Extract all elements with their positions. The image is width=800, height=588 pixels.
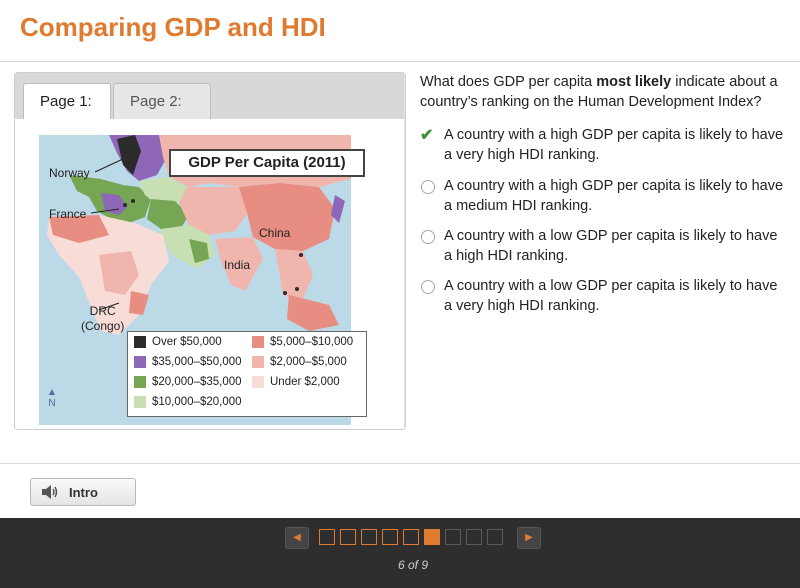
legend-label: $10,000–$20,000: [152, 396, 242, 408]
panel-divider: [404, 72, 405, 430]
label-norway: Norway: [49, 166, 90, 180]
legend-swatch: [252, 356, 264, 368]
legend-swatch: [134, 396, 146, 408]
page-indicator-square[interactable]: [361, 529, 377, 545]
chevron-left-icon: ◀: [293, 532, 301, 543]
north-arrow-icon: ▲ N: [47, 387, 57, 409]
page-indicator-square[interactable]: [424, 529, 440, 545]
page-indicator-square[interactable]: [445, 529, 461, 545]
page-indicator-square[interactable]: [487, 529, 503, 545]
tab-page-1[interactable]: Page 1:: [23, 83, 111, 119]
legend-label: $35,000–$50,000: [152, 356, 242, 368]
label-china: China: [259, 226, 291, 240]
checkmark-icon: ✔: [420, 127, 434, 144]
legend-item: $5,000–$10,000: [252, 336, 353, 348]
north-label: N: [48, 398, 56, 409]
map-title: GDP Per Capita (2011): [169, 149, 365, 177]
legend-item: $10,000–$20,000: [134, 396, 242, 408]
label-france: France: [49, 207, 87, 221]
page-indicator-square[interactable]: [382, 529, 398, 545]
radio-button[interactable]: [421, 230, 435, 244]
answer-option-3[interactable]: A country with a low GDP per capita is l…: [420, 226, 790, 266]
legend-swatch: [252, 376, 264, 388]
tab-page-2[interactable]: Page 2:: [113, 83, 211, 119]
intro-label: Intro: [69, 485, 98, 500]
legend-item: Under $2,000: [252, 376, 340, 388]
radio-button[interactable]: [421, 180, 435, 194]
next-button[interactable]: ▶: [517, 527, 541, 549]
previous-button[interactable]: ◀: [285, 527, 309, 549]
page-indicator-square[interactable]: [340, 529, 356, 545]
answer-option-1[interactable]: ✔ A country with a high GDP per capita i…: [420, 125, 790, 165]
label-drc: DRC (Congo): [81, 304, 124, 334]
legend-label: Under $2,000: [270, 376, 340, 388]
speaker-icon: [42, 485, 58, 499]
resource-panel: Page 1: Page 2: GDP Per Capita (2011) No…: [14, 72, 406, 430]
label-drc-line2: (Congo): [81, 319, 125, 333]
answer-option-text: A country with a high GDP per capita is …: [444, 127, 784, 163]
footer-nav: ◀ ▶ 6 of 9: [0, 518, 800, 588]
header-bar: Comparing GDP and HDI: [0, 0, 800, 62]
legend-swatch: [134, 356, 146, 368]
answer-option-4[interactable]: A country with a low GDP per capita is l…: [420, 276, 790, 316]
question-prefix: What does GDP per capita: [420, 74, 597, 90]
bottom-toolbar: Intro: [0, 463, 800, 519]
label-drc-line1: DRC: [89, 304, 116, 318]
legend-item: $2,000–$5,000: [252, 356, 347, 368]
page-title: Comparing GDP and HDI: [20, 12, 326, 42]
answer-option-2[interactable]: A country with a high GDP per capita is …: [420, 176, 790, 216]
page-count: 6 of 9: [397, 558, 429, 572]
legend-label: $20,000–$35,000: [152, 376, 242, 388]
legend-swatch: [134, 336, 146, 348]
legend-swatch: [252, 336, 264, 348]
map-legend: Over $50,000 $35,000–$50,000 $20,000–$35…: [127, 331, 367, 417]
legend-item: Over $50,000: [134, 336, 222, 348]
radio-button[interactable]: [421, 280, 435, 294]
label-india: India: [224, 258, 251, 272]
legend-label: Over $50,000: [152, 336, 222, 348]
page-indicator-square[interactable]: [403, 529, 419, 545]
legend-item: $35,000–$50,000: [134, 356, 242, 368]
answer-option-text: A country with a high GDP per capita is …: [444, 178, 784, 214]
answer-option-text: A country with a low GDP per capita is l…: [444, 228, 778, 264]
answer-option-text: A country with a low GDP per capita is l…: [444, 278, 778, 314]
page-indicator-square[interactable]: [319, 529, 335, 545]
intro-button[interactable]: Intro: [30, 478, 136, 506]
legend-label: $2,000–$5,000: [270, 356, 347, 368]
gdp-map: GDP Per Capita (2011) Norway France Chin…: [39, 135, 367, 425]
legend-item: $20,000–$35,000: [134, 376, 242, 388]
question-text: What does GDP per capita most likely ind…: [420, 72, 795, 112]
tab-strip: Page 1: Page 2:: [15, 73, 405, 119]
chevron-right-icon: ▶: [525, 532, 533, 543]
legend-label: $5,000–$10,000: [270, 336, 354, 348]
legend-swatch: [134, 376, 146, 388]
page-indicator-square[interactable]: [466, 529, 482, 545]
question-emphasis: most likely: [596, 74, 672, 90]
